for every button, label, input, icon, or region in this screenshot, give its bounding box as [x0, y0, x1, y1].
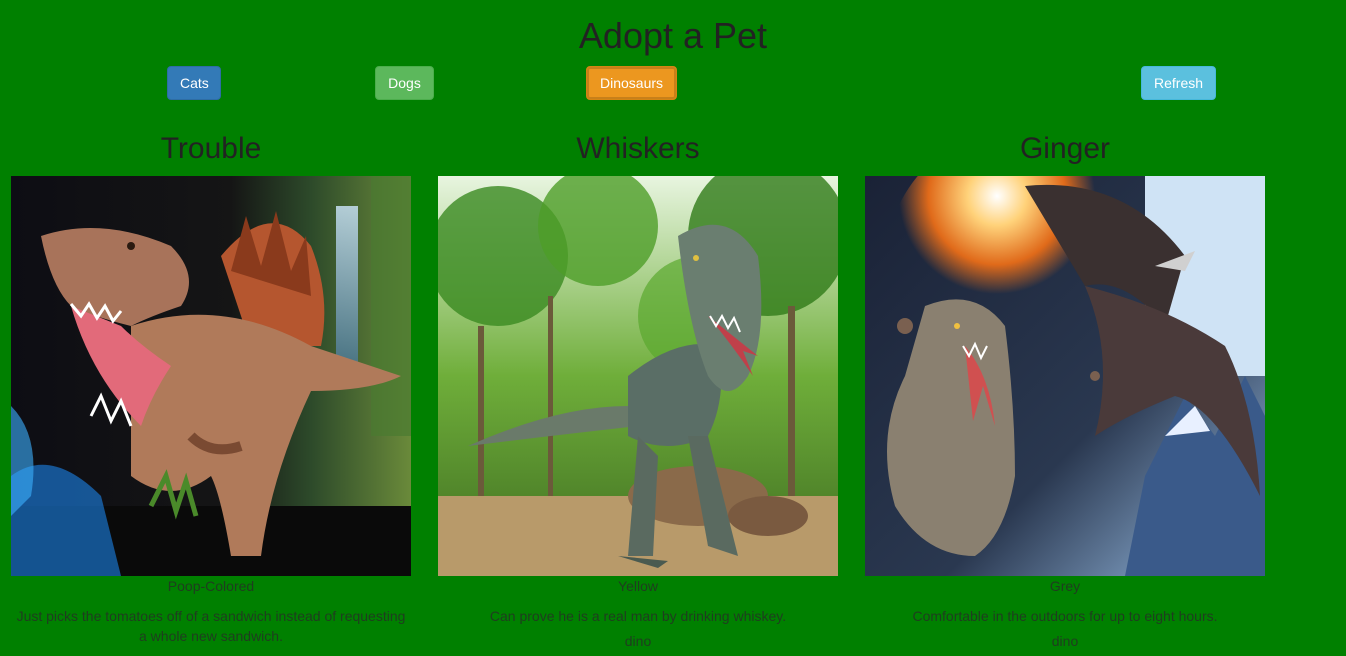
- pet-card: Trouble Poop-Colored Just picks the toma…: [11, 128, 411, 646]
- dogs-button[interactable]: Dogs: [375, 66, 434, 100]
- pet-description: Can prove he is a real man by drinking w…: [489, 608, 787, 624]
- pet-photo-trex-forest: [438, 176, 838, 576]
- refresh-button[interactable]: Refresh: [1141, 66, 1216, 100]
- pet-name: Ginger: [1019, 132, 1111, 165]
- pet-photo-trex-pterodactyl: [865, 176, 1265, 576]
- pet-type: dino: [624, 633, 652, 649]
- pet-card: Whiskers Yellow Can prove he is a real m…: [438, 128, 838, 650]
- pet-color: Yellow: [618, 578, 658, 594]
- pet-description: Comfortable in the outdoors for up to ei…: [912, 608, 1218, 624]
- pet-color: Poop-Colored: [167, 578, 255, 594]
- pet-type: dino: [1051, 633, 1079, 649]
- cats-button[interactable]: Cats: [167, 66, 221, 100]
- pet-color: Grey: [1049, 578, 1081, 594]
- pet-description: Just picks the tomatoes off of a sandwic…: [16, 608, 406, 644]
- pet-photo-spinosaurus: [11, 176, 411, 576]
- pet-name: Trouble: [160, 132, 262, 165]
- page-title: Adopt a Pet: [578, 15, 768, 56]
- dinosaurs-button[interactable]: Dinosaurs: [586, 66, 677, 100]
- pet-card: Ginger Grey Comfortable in the outdoors …: [865, 128, 1265, 650]
- pet-name: Whiskers: [576, 132, 700, 165]
